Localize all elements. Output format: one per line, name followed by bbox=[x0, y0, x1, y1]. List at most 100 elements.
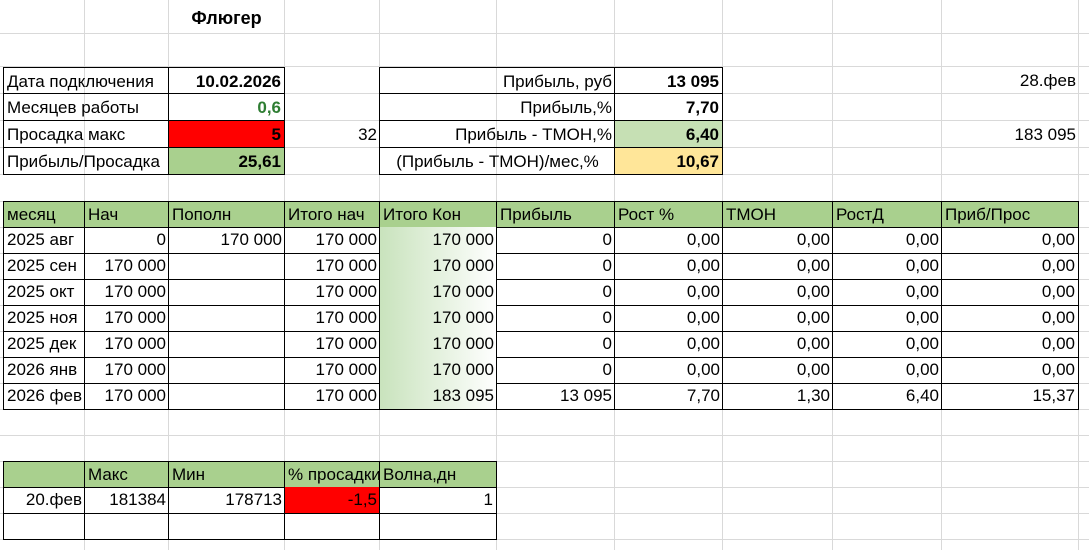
table-cell[interactable]: 0,00 bbox=[941, 305, 1079, 332]
aside-value-cell[interactable]: 32 bbox=[285, 121, 380, 148]
table-cell[interactable]: 170 000 bbox=[284, 331, 380, 358]
table-row-month[interactable]: 2025 окт bbox=[3, 279, 85, 306]
drawdown-empty-cell[interactable] bbox=[168, 513, 285, 540]
table-row-month[interactable]: 2025 ноя bbox=[3, 305, 85, 332]
table-cell[interactable]: 13 095 bbox=[496, 383, 615, 410]
table-cell[interactable]: 0 bbox=[496, 279, 615, 306]
table-cell[interactable]: 170 000 bbox=[84, 253, 169, 280]
drawdown-empty-cell[interactable] bbox=[284, 513, 380, 540]
info-value-profit-tmon-month[interactable]: 10,67 bbox=[614, 148, 723, 175]
info-label-profit-rub[interactable]: Прибыль, руб bbox=[379, 67, 615, 94]
table-cell[interactable]: 0,00 bbox=[722, 227, 833, 254]
column-header[interactable]: РостД bbox=[832, 201, 942, 228]
column-header[interactable]: Нач bbox=[84, 201, 169, 228]
table-cell[interactable]: 170 000 bbox=[379, 253, 497, 280]
table-cell[interactable]: 170 000 bbox=[379, 279, 497, 306]
table-cell[interactable]: 170 000 bbox=[379, 357, 497, 384]
table-cell[interactable]: 0,00 bbox=[941, 331, 1079, 358]
table-cell[interactable]: 0,00 bbox=[614, 357, 723, 384]
drawdown-cell[interactable]: 178713 bbox=[168, 487, 285, 514]
drawdown-column-header[interactable]: % просадки bbox=[284, 461, 380, 488]
table-cell[interactable]: 0,00 bbox=[832, 305, 942, 332]
table-cell[interactable]: 7,70 bbox=[614, 383, 723, 410]
table-cell[interactable]: 0 bbox=[496, 331, 615, 358]
table-row-month[interactable]: 2026 янв bbox=[3, 357, 85, 384]
table-cell[interactable] bbox=[168, 383, 285, 410]
column-header[interactable]: Итого Кон bbox=[379, 201, 497, 228]
table-cell[interactable]: 1,30 bbox=[722, 383, 833, 410]
table-cell[interactable]: 0,00 bbox=[832, 227, 942, 254]
table-cell[interactable]: 0,00 bbox=[614, 227, 723, 254]
drawdown-cell[interactable]: 1 bbox=[379, 487, 497, 514]
drawdown-cell[interactable]: 181384 bbox=[84, 487, 169, 514]
table-cell[interactable]: 170 000 bbox=[284, 305, 380, 332]
table-cell[interactable]: 0,00 bbox=[722, 357, 833, 384]
info-value-connection-date[interactable]: 10.02.2026 bbox=[168, 67, 285, 94]
column-header[interactable]: Рост % bbox=[614, 201, 723, 228]
drawdown-cell[interactable]: 20.фев bbox=[3, 487, 85, 514]
table-cell[interactable]: 183 095 bbox=[379, 383, 497, 410]
table-cell[interactable]: 0 bbox=[84, 227, 169, 254]
table-cell[interactable]: 170 000 bbox=[84, 357, 169, 384]
drawdown-column-header[interactable]: Макс bbox=[84, 461, 169, 488]
table-cell[interactable]: 15,37 bbox=[941, 383, 1079, 410]
drawdown-column-header[interactable] bbox=[3, 461, 85, 488]
table-cell[interactable]: 0,00 bbox=[832, 253, 942, 280]
table-cell[interactable]: 170 000 bbox=[84, 279, 169, 306]
table-row-month[interactable]: 2025 дек bbox=[3, 331, 85, 358]
table-cell[interactable]: 170 000 bbox=[379, 331, 497, 358]
table-cell[interactable]: 0 bbox=[496, 227, 615, 254]
table-cell[interactable]: 170 000 bbox=[284, 253, 380, 280]
table-cell[interactable]: 0,00 bbox=[614, 253, 723, 280]
far-right-amount[interactable]: 183 095 bbox=[941, 121, 1079, 148]
column-header[interactable]: ТМОН bbox=[722, 201, 833, 228]
table-cell[interactable]: 0,00 bbox=[614, 279, 723, 306]
info-value-profit-drawdown[interactable]: 25,61 bbox=[168, 148, 285, 175]
table-cell[interactable] bbox=[168, 357, 285, 384]
info-label-profit-tmon-month[interactable]: (Прибыль - ТМОН)/мес,% bbox=[379, 148, 615, 175]
table-cell[interactable]: 170 000 bbox=[84, 383, 169, 410]
table-cell[interactable]: 0,00 bbox=[614, 305, 723, 332]
table-row-month[interactable]: 2026 фев bbox=[3, 383, 85, 410]
info-value-profit-rub[interactable]: 13 095 bbox=[614, 67, 723, 94]
table-cell[interactable]: 170 000 bbox=[168, 227, 285, 254]
table-cell[interactable]: 0 bbox=[496, 253, 615, 280]
table-cell[interactable]: 0 bbox=[496, 357, 615, 384]
info-value-max-drawdown[interactable]: 5 bbox=[168, 121, 285, 148]
drawdown-cell[interactable]: -1,5 bbox=[284, 487, 380, 514]
table-cell[interactable]: 0,00 bbox=[722, 279, 833, 306]
drawdown-column-header[interactable]: Волна,дн bbox=[379, 461, 497, 488]
table-cell[interactable]: 0,00 bbox=[722, 253, 833, 280]
sheet-title[interactable]: Флюгер bbox=[168, 4, 285, 32]
table-cell[interactable]: 0,00 bbox=[941, 253, 1079, 280]
table-cell[interactable]: 170 000 bbox=[379, 305, 497, 332]
info-value-months[interactable]: 0,6 bbox=[168, 94, 285, 121]
info-label-profit-tmon[interactable]: Прибыль - ТМОН,% bbox=[379, 121, 615, 148]
table-cell[interactable]: 0,00 bbox=[614, 331, 723, 358]
drawdown-empty-cell[interactable] bbox=[3, 513, 85, 540]
table-cell[interactable]: 0,00 bbox=[832, 331, 942, 358]
table-cell[interactable]: 0,00 bbox=[941, 279, 1079, 306]
table-cell[interactable] bbox=[168, 279, 285, 306]
table-cell[interactable] bbox=[168, 331, 285, 358]
table-cell[interactable]: 6,40 bbox=[832, 383, 942, 410]
table-cell[interactable]: 170 000 bbox=[284, 383, 380, 410]
table-cell[interactable]: 0,00 bbox=[722, 331, 833, 358]
info-label-months[interactable]: Месяцев работы bbox=[3, 94, 169, 121]
table-cell[interactable]: 0,00 bbox=[941, 357, 1079, 384]
info-label-connection-date[interactable]: Дата подключения bbox=[3, 67, 169, 94]
table-cell[interactable] bbox=[168, 253, 285, 280]
drawdown-empty-cell[interactable] bbox=[84, 513, 169, 540]
table-cell[interactable]: 170 000 bbox=[284, 227, 380, 254]
info-label-max-drawdown[interactable]: Просадка макс bbox=[3, 121, 169, 148]
table-cell[interactable]: 170 000 bbox=[84, 331, 169, 358]
table-row-month[interactable]: 2025 сен bbox=[3, 253, 85, 280]
drawdown-column-header[interactable]: Мин bbox=[168, 461, 285, 488]
column-header[interactable]: Прибыль bbox=[496, 201, 615, 228]
table-cell[interactable]: 0,00 bbox=[832, 357, 942, 384]
info-value-profit-tmon[interactable]: 6,40 bbox=[614, 121, 723, 148]
table-cell[interactable]: 0,00 bbox=[941, 227, 1079, 254]
column-header[interactable]: Итого нач bbox=[284, 201, 380, 228]
info-label-profit-drawdown[interactable]: Прибыль/Просадка bbox=[3, 148, 169, 175]
table-row-month[interactable]: 2025 авг bbox=[3, 227, 85, 254]
